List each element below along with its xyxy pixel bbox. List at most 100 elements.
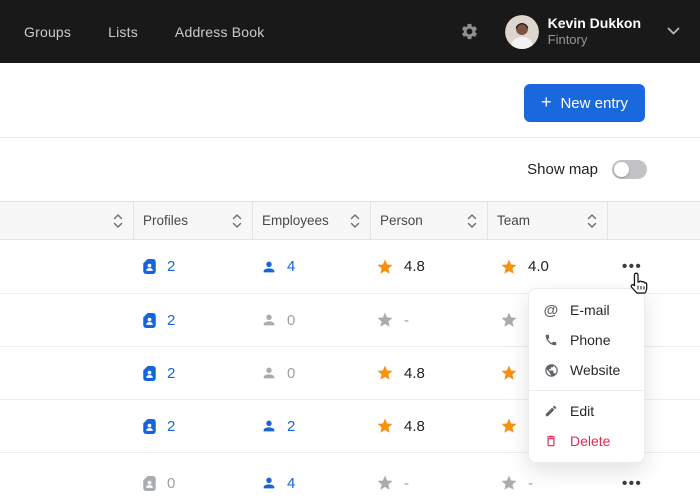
kebab-menu-icon[interactable]: •••	[607, 475, 642, 492]
column-header-employees[interactable]: Employees	[252, 202, 370, 239]
plus-icon: +	[541, 92, 552, 113]
star-icon	[500, 364, 518, 382]
team-rating-value: 4.0	[528, 258, 549, 275]
star-icon	[376, 311, 394, 329]
person-icon	[261, 418, 277, 434]
employees-cell: 2	[252, 400, 370, 452]
menu-divider	[529, 390, 644, 391]
person-rating-cell: 4.8	[370, 240, 487, 293]
top-navigation: Groups Lists Address Book Kevin Dukkon F…	[0, 0, 700, 63]
sort-icon[interactable]	[232, 213, 242, 229]
user-menu[interactable]: Kevin Dukkon Fintory	[548, 15, 641, 49]
table-row[interactable]: 2 4 4.8 4.0 •••	[0, 240, 700, 294]
gear-icon[interactable]	[460, 22, 479, 41]
employees-value: 2	[287, 418, 295, 435]
at-icon: @	[543, 303, 559, 318]
pencil-icon	[543, 404, 559, 418]
name-cell-empty	[0, 400, 133, 452]
star-icon	[500, 258, 518, 276]
contact-file-icon	[142, 312, 157, 329]
person-icon	[261, 365, 277, 381]
employees-value: 4	[287, 258, 295, 275]
sort-icon[interactable]	[350, 213, 360, 229]
nav-item-lists[interactable]: Lists	[108, 24, 138, 40]
person-icon	[261, 259, 277, 275]
star-icon	[376, 474, 394, 492]
person-rating-cell: -	[370, 453, 487, 500]
menu-item-email[interactable]: @ E-mail	[529, 295, 644, 325]
profiles-value: 2	[167, 365, 175, 382]
profiles-value: 0	[167, 475, 175, 492]
star-icon	[376, 417, 394, 435]
toggle-knob	[614, 162, 629, 177]
person-rating-cell: 4.8	[370, 347, 487, 399]
star-icon	[376, 258, 394, 276]
person-rating-value: -	[404, 475, 409, 492]
menu-item-delete[interactable]: Delete	[529, 426, 644, 456]
globe-icon	[543, 363, 559, 378]
employees-cell: 0	[252, 294, 370, 346]
table-header: Profiles Employees Person Team	[0, 201, 700, 240]
actions-cell: •••	[607, 240, 700, 293]
user-avatar[interactable]	[505, 15, 539, 49]
sort-icon[interactable]	[467, 213, 477, 229]
nav-item-groups[interactable]: Groups	[24, 24, 71, 40]
profiles-value: 2	[167, 418, 175, 435]
nav-items: Groups Lists Address Book	[24, 24, 264, 40]
nav-item-address-book[interactable]: Address Book	[175, 24, 265, 40]
star-icon	[500, 474, 518, 492]
profiles-value: 2	[167, 258, 175, 275]
star-icon	[376, 364, 394, 382]
user-name: Kevin Dukkon	[548, 15, 641, 33]
profiles-value: 2	[167, 312, 175, 329]
column-header-0[interactable]	[0, 202, 133, 239]
new-entry-label: New entry	[560, 95, 628, 112]
phone-icon	[543, 333, 559, 347]
sort-icon[interactable]	[113, 213, 123, 229]
team-rating-cell: 4.0	[487, 240, 607, 293]
star-icon	[500, 311, 518, 329]
menu-item-website[interactable]: Website	[529, 355, 644, 385]
employees-value: 0	[287, 365, 295, 382]
employees-value: 4	[287, 475, 295, 492]
column-header-team[interactable]: Team	[487, 202, 607, 239]
nav-right: Kevin Dukkon Fintory	[460, 15, 680, 49]
profiles-cell: 2	[133, 400, 252, 452]
person-rating-value: -	[404, 312, 409, 329]
person-rating-cell: 4.8	[370, 400, 487, 452]
new-entry-button[interactable]: + New entry	[524, 84, 645, 122]
show-map-toggle[interactable]	[612, 160, 647, 179]
kebab-menu-icon[interactable]: •••	[607, 258, 642, 275]
person-rating-cell: -	[370, 294, 487, 346]
name-cell-empty	[0, 240, 133, 293]
contact-file-icon	[142, 418, 157, 435]
employees-cell: 4	[252, 240, 370, 293]
column-header-profiles[interactable]: Profiles	[133, 202, 252, 239]
person-icon	[261, 475, 277, 491]
sort-icon[interactable]	[587, 213, 597, 229]
contact-file-icon	[142, 258, 157, 275]
person-rating-value: 4.8	[404, 418, 425, 435]
column-header-actions	[607, 202, 700, 239]
person-rating-value: 4.8	[404, 365, 425, 382]
profiles-cell: 2	[133, 240, 252, 293]
show-map-label: Show map	[527, 161, 598, 178]
chevron-down-icon[interactable]	[667, 27, 680, 36]
profiles-cell: 0	[133, 453, 252, 500]
contact-file-icon	[142, 475, 157, 492]
team-rating-value: -	[528, 475, 533, 492]
employees-value: 0	[287, 312, 295, 329]
star-icon	[500, 417, 518, 435]
user-company: Fintory	[548, 32, 641, 48]
toolbar-band: + New entry	[0, 63, 700, 138]
row-context-menu: @ E-mail Phone Website Edit Delet	[528, 288, 645, 463]
person-icon	[261, 312, 277, 328]
menu-item-phone[interactable]: Phone	[529, 325, 644, 355]
profiles-cell: 2	[133, 347, 252, 399]
name-cell-empty	[0, 347, 133, 399]
contact-file-icon	[142, 365, 157, 382]
column-header-person[interactable]: Person	[370, 202, 487, 239]
profiles-cell: 2	[133, 294, 252, 346]
menu-item-edit[interactable]: Edit	[529, 396, 644, 426]
person-rating-value: 4.8	[404, 258, 425, 275]
